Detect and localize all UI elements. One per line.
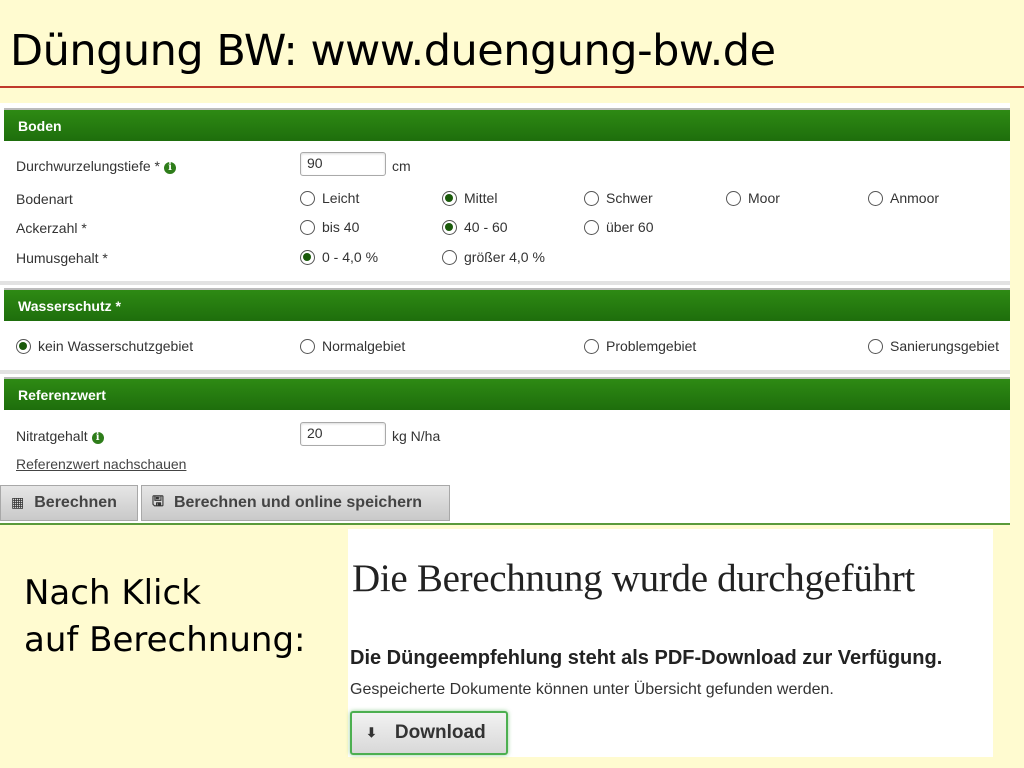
section-separator bbox=[0, 281, 1010, 285]
button-bar: ▦ Berechnen 🖫 Berechnen und online speiche… bbox=[0, 485, 1010, 521]
radio-unselected-icon bbox=[300, 190, 315, 206]
durchwurzelungstiefe-input[interactable]: 90 bbox=[300, 152, 386, 176]
result-heading: Die Berechnung wurde durchgeführt bbox=[352, 557, 915, 600]
radio-unselected-icon bbox=[584, 338, 599, 354]
result-hint: Gespeicherte Dokumente können unter Über… bbox=[350, 681, 834, 698]
nitratgehalt-label: Nitratgehalt i bbox=[16, 428, 104, 444]
humusgehalt-label: Humusgehalt * bbox=[16, 250, 108, 266]
info-icon[interactable]: i bbox=[91, 432, 104, 444]
info-icon[interactable]: i bbox=[163, 162, 176, 174]
download-arrow-icon: ⬇ bbox=[366, 725, 377, 740]
radio-selected-icon bbox=[16, 338, 31, 354]
radio-bodenart-leicht[interactable]: Leicht bbox=[300, 190, 359, 206]
slide-note: Nach Klick auf Berechnung: bbox=[24, 573, 306, 660]
radio-unselected-icon bbox=[300, 338, 315, 354]
nitratgehalt-input[interactable]: 20 bbox=[300, 422, 386, 446]
download-button[interactable]: ⬇ Download bbox=[350, 711, 508, 755]
radio-unselected-icon bbox=[868, 190, 883, 206]
radio-unselected-icon bbox=[442, 249, 457, 265]
berechnen-button[interactable]: ▦ Berechnen bbox=[0, 485, 138, 521]
berechnen-speichern-button[interactable]: 🖫 Berechnen und online speichern bbox=[141, 485, 450, 521]
referenzwert-nachschauen-link[interactable]: Referenzwert nachschauen bbox=[16, 456, 186, 472]
radio-unselected-icon bbox=[726, 190, 741, 206]
section-header-boden: Boden bbox=[4, 108, 1010, 141]
durchwurzelungstiefe-label: Durchwurzelungstiefe * i bbox=[16, 158, 176, 174]
radio-sanierungsgebiet[interactable]: Sanierungsgebiet bbox=[868, 338, 999, 354]
durchwurzelungstiefe-unit: cm bbox=[392, 158, 411, 174]
radio-bodenart-anmoor[interactable]: Anmoor bbox=[868, 190, 939, 206]
section-separator bbox=[0, 370, 1010, 374]
radio-unselected-icon bbox=[584, 190, 599, 206]
radio-humus-groesser-4[interactable]: größer 4,0 % bbox=[442, 249, 545, 265]
radio-unselected-icon bbox=[868, 338, 883, 354]
radio-unselected-icon bbox=[300, 219, 315, 235]
radio-bodenart-mittel[interactable]: Mittel bbox=[442, 190, 497, 206]
radio-normalgebiet[interactable]: Normalgebiet bbox=[300, 338, 405, 354]
slide-title: Düngung BW: www.duengung-bw.de bbox=[10, 26, 776, 76]
radio-bodenart-schwer[interactable]: Schwer bbox=[584, 190, 653, 206]
radio-humus-0-4[interactable]: 0 - 4,0 % bbox=[300, 249, 378, 265]
radio-selected-icon bbox=[442, 219, 457, 235]
form-screenshot: Boden Durchwurzelungstiefe * i 90 cm Bode… bbox=[0, 103, 1010, 525]
result-message: Die Düngeempfehlung steht als PDF-Downlo… bbox=[350, 647, 943, 669]
radio-problemgebiet[interactable]: Problemgebiet bbox=[584, 338, 696, 354]
radio-selected-icon bbox=[442, 190, 457, 206]
radio-unselected-icon bbox=[584, 219, 599, 235]
result-screenshot: Die Berechnung wurde durchgeführt Die Dü… bbox=[348, 529, 993, 757]
radio-ackerzahl-ueber-60[interactable]: über 60 bbox=[584, 219, 653, 235]
nitratgehalt-unit: kg N/ha bbox=[392, 428, 441, 444]
calculator-icon: ▦ bbox=[11, 495, 25, 511]
section-header-referenzwert: Referenzwert bbox=[4, 377, 1010, 410]
radio-selected-icon bbox=[300, 249, 315, 265]
section-header-wasserschutz: Wasserschutz * bbox=[4, 288, 1010, 321]
title-rule bbox=[0, 86, 1024, 88]
floppy-disk-icon: 🖫 bbox=[152, 494, 164, 510]
radio-ackerzahl-40-60[interactable]: 40 - 60 bbox=[442, 219, 508, 235]
radio-ackerzahl-bis-40[interactable]: bis 40 bbox=[300, 219, 359, 235]
bodenart-label: Bodenart bbox=[16, 191, 73, 207]
ackerzahl-label: Ackerzahl * bbox=[16, 220, 87, 236]
radio-kein-wasserschutzgebiet[interactable]: kein Wasserschutzgebiet bbox=[16, 338, 193, 354]
radio-bodenart-moor[interactable]: Moor bbox=[726, 190, 780, 206]
